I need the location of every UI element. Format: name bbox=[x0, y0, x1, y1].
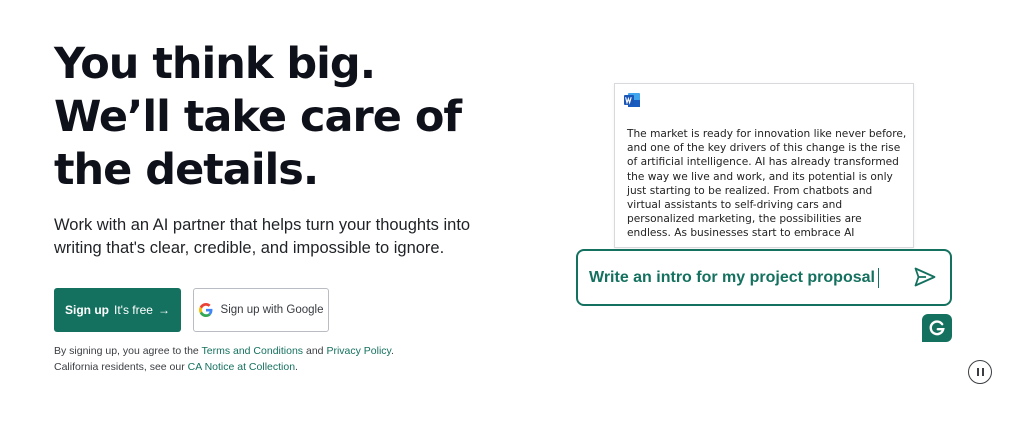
google-icon bbox=[198, 303, 212, 317]
google-signup-label: Sign up with Google bbox=[220, 304, 324, 316]
signup-button[interactable]: Sign up It's free → bbox=[54, 288, 181, 332]
document-card: The market is ready for innovation like … bbox=[614, 83, 914, 248]
privacy-link[interactable]: Privacy Policy bbox=[326, 345, 391, 357]
word-icon bbox=[624, 93, 640, 107]
send-icon[interactable] bbox=[914, 267, 936, 287]
hero-subtitle: Work with an AI partner that helps turn … bbox=[54, 216, 471, 257]
legal-notice: By signing up, you agree to the Terms an… bbox=[54, 345, 394, 373]
pause-bar-left bbox=[976, 368, 979, 376]
prompt-text: Write an intro for my project proposal bbox=[589, 268, 875, 286]
google-signup-button[interactable]: Sign up with Google bbox=[193, 288, 329, 332]
terms-link[interactable]: Terms and Conditions bbox=[202, 345, 304, 357]
legal-and: and bbox=[305, 345, 324, 357]
arrow-right-icon: → bbox=[157, 303, 170, 317]
legal-line2-prefix: California residents, see our bbox=[54, 360, 185, 373]
legal-prefix: By signing up, you agree to the bbox=[54, 345, 199, 357]
landing-page: You think big. We’ll take care of the de… bbox=[0, 0, 1024, 424]
hero-title: You think big. We’ll take care of the de… bbox=[54, 39, 462, 195]
cta-row: Sign up It's free → Sign up with Google bbox=[54, 288, 329, 332]
document-text: The market is ready for innovation like … bbox=[627, 128, 907, 240]
pause-icon[interactable] bbox=[968, 360, 992, 384]
signup-free-label: It's free bbox=[114, 303, 153, 317]
grammarly-g-glyph bbox=[929, 320, 945, 336]
signup-label: Sign up bbox=[65, 303, 109, 317]
grammarly-g-icon bbox=[922, 314, 952, 342]
ca-notice-link[interactable]: CA Notice at Collection bbox=[188, 361, 295, 373]
pause-bar-right bbox=[981, 368, 984, 376]
ai-prompt-box[interactable]: Write an intro for my project proposal bbox=[576, 249, 952, 306]
text-caret bbox=[877, 267, 880, 288]
